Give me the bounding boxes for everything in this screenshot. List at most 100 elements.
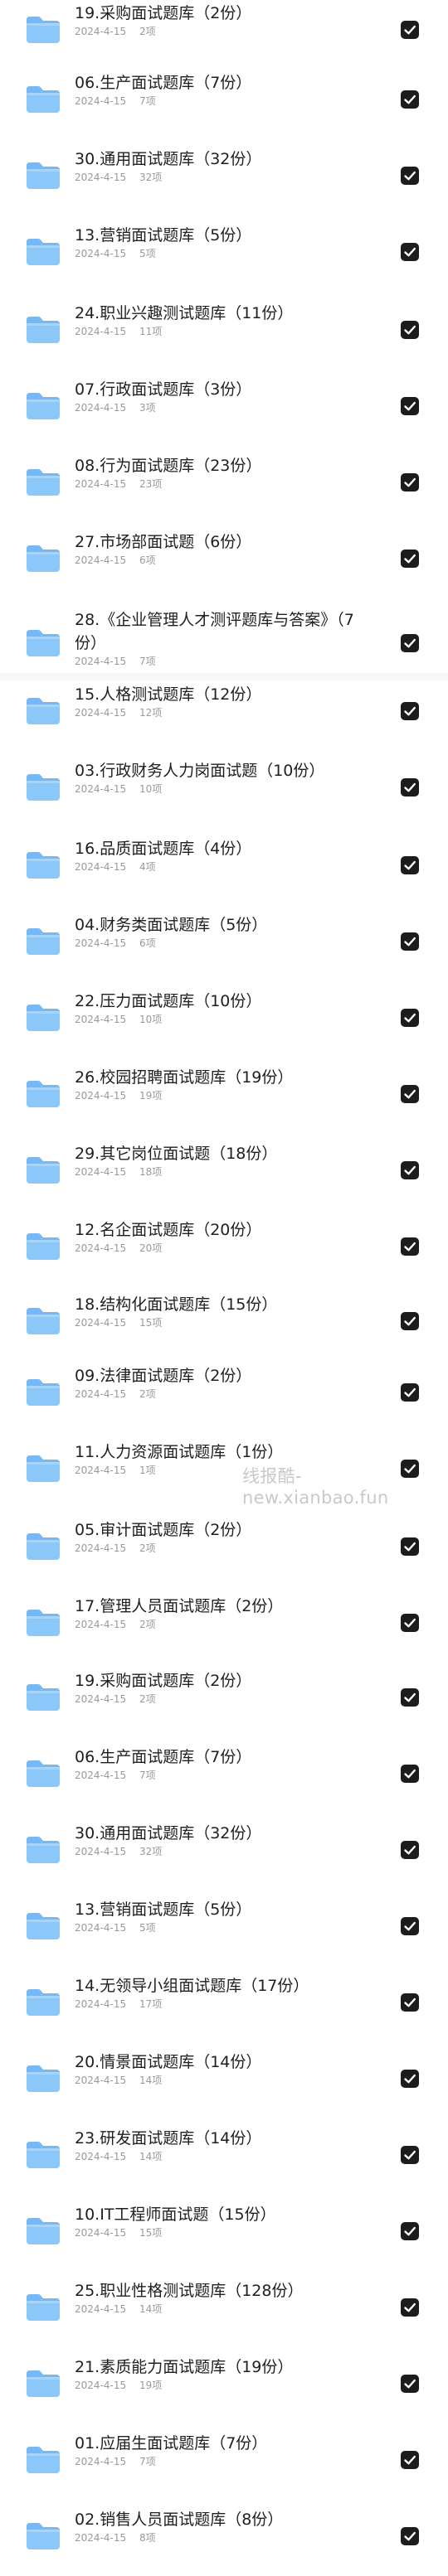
folder-row[interactable]: 25.职业性格测试题库（128份） 2024-4-15 14项: [0, 2278, 448, 2347]
folder-row[interactable]: 21.素质能力面试题库（19份） 2024-4-15 19项: [0, 2354, 448, 2423]
folder-row[interactable]: 27.市场部面试题（6份） 2024-4-15 6项: [0, 529, 448, 598]
folder-row[interactable]: 24.职业兴趣测试题库（11份） 2024-4-15 11项: [0, 300, 448, 370]
folder-row[interactable]: 23.研发面试题库（14份） 2024-4-15 14项: [0, 2125, 448, 2195]
folder-row[interactable]: 13.营销面试题库（5份） 2024-4-15 5项: [0, 222, 448, 292]
folder-date: 2024-4-15: [75, 2380, 127, 2391]
folder-row[interactable]: 20.情景面试题库（14份） 2024-4-15 14项: [0, 2049, 448, 2118]
folder-icon: [25, 2445, 61, 2475]
checkbox-checked-icon[interactable]: [401, 2451, 419, 2469]
folder-row[interactable]: 06.生产面试题库（7份） 2024-4-15 7项: [0, 1744, 448, 1813]
folder-icon: [25, 15, 61, 45]
folder-row[interactable]: 01.应届生面试题库（7份） 2024-4-15 7项: [0, 2430, 448, 2500]
folder-row[interactable]: 03.行政财务人力岗面试题（10份） 2024-4-15 10项: [0, 758, 448, 827]
folder-title: 28.《企业管理人才测评题库与答案》（7份）: [75, 611, 354, 652]
folder-icon: [25, 1079, 61, 1109]
folder-icon: [25, 850, 61, 880]
folder-row[interactable]: 06.生产面试题库（7份） 2024-4-15 7项: [0, 70, 448, 139]
folder-date: 2024-4-15: [75, 1770, 127, 1781]
checkbox-checked-icon[interactable]: [401, 1688, 419, 1707]
checkbox-checked-icon[interactable]: [401, 1537, 419, 1556]
checkbox-checked-icon[interactable]: [401, 1009, 419, 1027]
folder-meta: 2024-4-15 6项: [75, 937, 156, 950]
folder-item-count: 15项: [139, 1317, 163, 1329]
folder-row[interactable]: 22.压力面试题库（10份） 2024-4-15 10项: [0, 988, 448, 1058]
folder-row[interactable]: 17.管理人员面试题库（2份） 2024-4-15 2项: [0, 1593, 448, 1663]
folder-row[interactable]: 09.法律面试题库（2份） 2024-4-15 2项: [0, 1363, 448, 1432]
folder-row[interactable]: 29.其它岗位面试题（18份） 2024-4-15 18项: [0, 1140, 448, 1210]
folder-item-count: 18项: [139, 1166, 163, 1178]
folder-row[interactable]: 16.品质面试题库（4份） 2024-4-15 4项: [0, 835, 448, 905]
folder-meta: 2024-4-15 17项: [75, 1997, 162, 2011]
folder-title: 07.行政面试题库（3份）: [75, 380, 252, 399]
folder-meta: 2024-4-15 2项: [75, 1692, 156, 1706]
checkbox-checked-icon[interactable]: [401, 550, 419, 568]
folder-item-count: 6项: [139, 937, 156, 949]
checkbox-checked-icon[interactable]: [401, 634, 419, 652]
folder-icon: [25, 1454, 61, 1484]
folder-date: 2024-4-15: [75, 1090, 127, 1102]
checkbox-checked-icon[interactable]: [401, 932, 419, 951]
folder-icon: [25, 1232, 61, 1261]
folder-title: 19.采购面试题库（2份）: [75, 4, 252, 22]
checkbox-checked-icon[interactable]: [401, 1765, 419, 1783]
checkbox-checked-icon[interactable]: [401, 778, 419, 797]
checkbox-checked-icon[interactable]: [401, 856, 419, 874]
folder-item-count: 8项: [139, 2532, 156, 2544]
checkbox-checked-icon[interactable]: [401, 243, 419, 261]
folder-item-count: 7项: [139, 656, 156, 667]
checkbox-checked-icon[interactable]: [401, 473, 419, 491]
folder-row[interactable]: 07.行政面试题库（3份） 2024-4-15 3项: [0, 376, 448, 446]
folder-icon: [25, 2216, 61, 2246]
checkbox-checked-icon[interactable]: [401, 1383, 419, 1402]
folder-row[interactable]: 30.通用面试题库（32份） 2024-4-15 32项: [0, 146, 448, 215]
folder-title: 17.管理人员面试题库（2份）: [75, 1597, 284, 1615]
folder-row[interactable]: 19.采购面试题库（2份） 2024-4-15 2项: [0, 1668, 448, 1737]
folder-title: 23.研发面试题库（14份）: [75, 2129, 262, 2147]
folder-title: 30.通用面试题库（32份）: [75, 150, 262, 168]
checkbox-checked-icon[interactable]: [401, 90, 419, 109]
folder-icon: [25, 2064, 61, 2094]
folder-row[interactable]: 04.财务类面试题库（5份） 2024-4-15 6项: [0, 912, 448, 981]
checkbox-checked-icon[interactable]: [401, 321, 419, 339]
folder-title: 19.采购面试题库（2份）: [75, 1672, 252, 1690]
folder-row[interactable]: 02.销售人员面试题库（8份） 2024-4-15 8项: [0, 2506, 448, 2576]
folder-meta: 2024-4-15 2项: [75, 25, 156, 38]
folder-row[interactable]: 15.人格测试题库（12份） 2024-4-15 12项: [0, 681, 448, 751]
folder-date: 2024-4-15: [75, 1317, 127, 1329]
folder-row[interactable]: 28.《企业管理人才测评题库与答案》（7份） 2024-4-15 7项: [0, 605, 448, 675]
checkbox-checked-icon[interactable]: [401, 1841, 419, 1859]
folder-date: 2024-4-15: [75, 326, 127, 337]
folder-meta: 2024-4-15 32项: [75, 1845, 162, 1858]
watermark-text: 线报酷-new.xianbao.fun: [242, 1466, 389, 1508]
folder-row[interactable]: 12.名企面试题库（20份） 2024-4-15 20项: [0, 1217, 448, 1286]
checkbox-checked-icon[interactable]: [401, 1312, 419, 1330]
checkbox-checked-icon[interactable]: [401, 1237, 419, 1256]
folder-row[interactable]: 26.校园招聘面试题库（19份） 2024-4-15 19项: [0, 1064, 448, 1134]
checkbox-checked-icon[interactable]: [401, 1993, 419, 2012]
checkbox-checked-icon[interactable]: [401, 2222, 419, 2240]
checkbox-checked-icon[interactable]: [401, 2146, 419, 2164]
checkbox-checked-icon[interactable]: [401, 2070, 419, 2088]
folder-date: 2024-4-15: [75, 783, 127, 795]
folder-title: 12.名企面试题库（20份）: [75, 1221, 262, 1239]
checkbox-checked-icon[interactable]: [401, 1161, 419, 1179]
folder-meta: 2024-4-15 10项: [75, 782, 162, 796]
checkbox-checked-icon[interactable]: [401, 1917, 419, 1935]
checkbox-checked-icon[interactable]: [401, 2527, 419, 2545]
folder-row[interactable]: 14.无领导小组面试题库（17份） 2024-4-15 17项: [0, 1973, 448, 2042]
checkbox-checked-icon[interactable]: [401, 2375, 419, 2393]
checkbox-checked-icon[interactable]: [401, 2298, 419, 2317]
folder-row[interactable]: 08.行为面试题库（23份） 2024-4-15 23项: [0, 453, 448, 522]
folder-row[interactable]: 30.通用面试题库（32份） 2024-4-15 32项: [0, 1820, 448, 1890]
folder-row[interactable]: 19.采购面试题库（2份） 2024-4-15 2项: [0, 0, 448, 70]
folder-row[interactable]: 18.结构化面试题库（15份） 2024-4-15 15项: [0, 1291, 448, 1361]
checkbox-checked-icon[interactable]: [401, 21, 419, 39]
checkbox-checked-icon[interactable]: [401, 397, 419, 415]
checkbox-checked-icon[interactable]: [401, 702, 419, 720]
folder-row[interactable]: 10.IT工程师面试题（15份） 2024-4-15 15项: [0, 2201, 448, 2271]
checkbox-checked-icon[interactable]: [401, 1614, 419, 1632]
folder-row[interactable]: 05.审计面试题库（2份） 2024-4-15 2项: [0, 1517, 448, 1586]
folder-row[interactable]: 13.营销面试题库（5份） 2024-4-15 5项: [0, 1896, 448, 1966]
checkbox-checked-icon[interactable]: [401, 1085, 419, 1103]
checkbox-checked-icon[interactable]: [401, 167, 419, 185]
